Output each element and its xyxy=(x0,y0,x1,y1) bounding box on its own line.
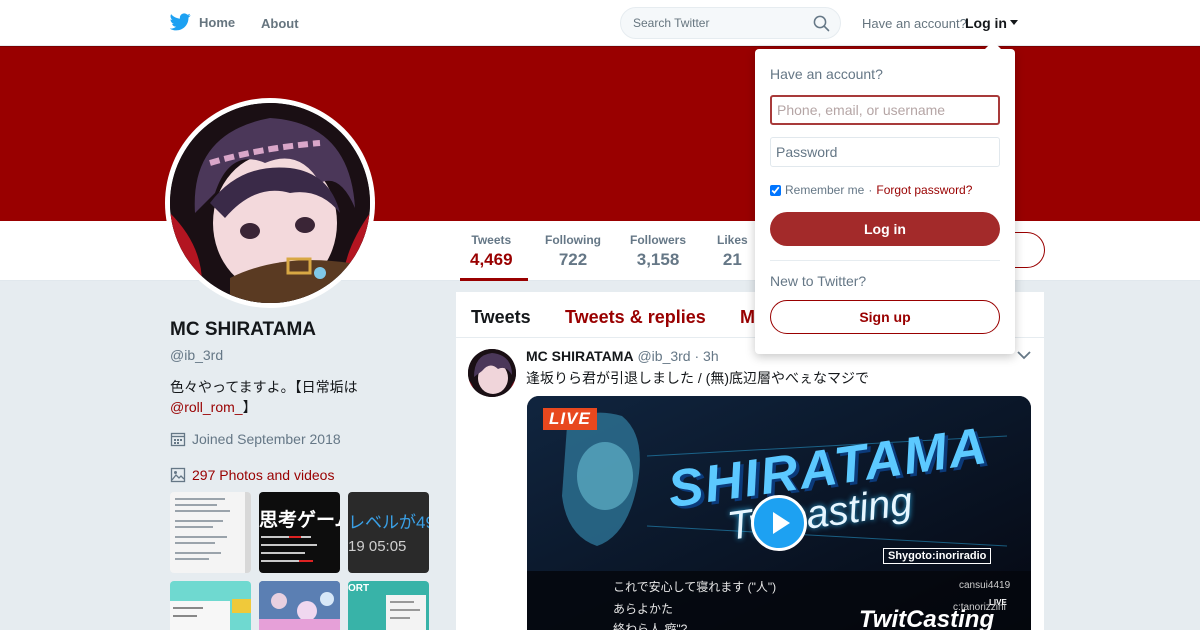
video-comment: これで安心して寝れます ("人") xyxy=(613,580,777,594)
avatar-image xyxy=(170,103,370,303)
photos-videos-link[interactable]: 297 Photos and videos xyxy=(170,467,334,483)
video-comment: 終わら人 癖"? xyxy=(613,622,688,630)
stat-label: Followers xyxy=(630,233,687,247)
profile-joined: Joined September 2018 xyxy=(170,431,341,447)
dropdown-title: Have an account? xyxy=(770,66,883,82)
stat-label: Following xyxy=(545,233,601,247)
stat-label: Likes xyxy=(717,233,748,247)
stat-followers[interactable]: Followers 3,158 xyxy=(630,233,686,270)
video-comment-user: cansui4419 xyxy=(959,580,1011,591)
tweet-time[interactable]: · 3h xyxy=(695,348,719,364)
photos-label: 297 Photos and videos xyxy=(192,467,335,483)
thumb-text: レベルが49 xyxy=(348,513,429,532)
joined-text: Joined September 2018 xyxy=(192,431,341,447)
image-icon xyxy=(170,467,186,483)
live-badge: LIVE xyxy=(543,408,597,430)
video-sub-tag: Shygoto:inoriradio xyxy=(883,548,992,564)
tab-tweets-replies[interactable]: Tweets & replies xyxy=(565,307,706,328)
play-icon xyxy=(773,512,790,534)
stat-likes[interactable]: Likes 21 xyxy=(717,233,748,270)
search-icon[interactable] xyxy=(813,15,830,32)
tweet-author-avatar[interactable] xyxy=(468,349,516,397)
media-thumbnail[interactable] xyxy=(170,581,251,630)
forgot-password-link[interactable]: Forgot password? xyxy=(876,183,972,197)
bio-text: 色々やってますよ。【日常垢は xyxy=(170,379,358,395)
search-box[interactable] xyxy=(620,7,841,39)
top-nav: Home About Have an account? Log in xyxy=(0,0,1200,46)
nav-about-link[interactable]: About xyxy=(261,16,299,31)
remember-me-checkbox[interactable] xyxy=(770,184,781,196)
twitcasting-brand: TwitCasting xyxy=(859,606,995,630)
signup-button[interactable]: Sign up xyxy=(770,300,1000,334)
stat-following[interactable]: Following 722 xyxy=(545,233,601,270)
profile-bio: 色々やってますよ。【日常垢は @roll_rom_】 xyxy=(170,377,370,417)
tweet-text: 逢坂りら君が引退しました / (無)底辺層やべぇなマジで xyxy=(526,370,869,386)
calendar-icon xyxy=(170,432,186,447)
tweet-author-name[interactable]: MC SHIRATAMA xyxy=(526,348,634,364)
new-to-twitter-text: New to Twitter? xyxy=(770,273,867,289)
stat-value: 4,469 xyxy=(470,250,513,269)
video-comment: あらよかた xyxy=(613,602,674,616)
username-input[interactable] xyxy=(770,95,1000,125)
profile-avatar[interactable] xyxy=(165,98,375,308)
tweet-header: MC SHIRATAMA @ib_3rd · 3h xyxy=(526,348,719,364)
remember-label[interactable]: Remember me xyxy=(785,183,864,197)
chevron-down-icon[interactable] xyxy=(1017,350,1031,360)
tweet-video[interactable]: LIVE SHIRATAMA Twicasting Shygoto:inorir… xyxy=(527,396,1031,630)
twitcasting-live-tag: LIVE xyxy=(989,598,1007,607)
media-thumbnail[interactable] xyxy=(259,581,340,630)
media-thumbnail[interactable]: ORT xyxy=(348,581,429,630)
caret-down-icon xyxy=(1010,20,1018,25)
stat-value: 21 xyxy=(722,250,742,269)
thumb-text: 19 05:05 xyxy=(348,538,407,555)
nav-home-label: Home xyxy=(199,14,236,30)
remember-row: Remember me · Forgot password? xyxy=(770,183,972,197)
tweet-author-handle[interactable]: @ib_3rd xyxy=(637,348,690,364)
stat-tweets[interactable]: Tweets 4,469 xyxy=(460,233,527,281)
nav-home-link[interactable]: Home xyxy=(170,13,235,31)
password-input[interactable] xyxy=(770,137,1000,167)
media-thumbnail[interactable]: レベルが49 19 05:05 xyxy=(348,492,429,573)
tab-tweets[interactable]: Tweets xyxy=(471,307,531,328)
bio-mention-link[interactable]: @roll_rom_ xyxy=(170,399,243,415)
stat-label: Tweets xyxy=(471,233,512,247)
stat-value: 722 xyxy=(558,250,588,269)
profile-handle[interactable]: @ib_3rd xyxy=(170,347,223,363)
stat-value: 3,158 xyxy=(636,250,680,269)
bio-end: 】 xyxy=(242,399,257,415)
tab-media[interactable]: M xyxy=(740,307,755,328)
login-dropdown-toggle[interactable]: Log in xyxy=(965,15,1018,31)
search-input[interactable] xyxy=(621,8,806,38)
play-button[interactable] xyxy=(751,495,807,551)
separator-dot: · xyxy=(868,183,873,197)
login-button[interactable]: Log in xyxy=(770,212,1000,246)
login-dropdown: Have an account? Remember me · Forgot pa… xyxy=(755,41,1015,354)
profile-name: MC SHIRATAMA xyxy=(170,319,316,340)
media-thumbnail[interactable]: 思考ゲーム xyxy=(259,492,340,573)
login-label: Log in xyxy=(965,15,1007,31)
media-thumbnail[interactable] xyxy=(170,492,251,573)
twitter-bird-icon xyxy=(170,13,191,31)
divider xyxy=(770,260,1000,261)
have-account-text: Have an account? xyxy=(862,16,967,31)
